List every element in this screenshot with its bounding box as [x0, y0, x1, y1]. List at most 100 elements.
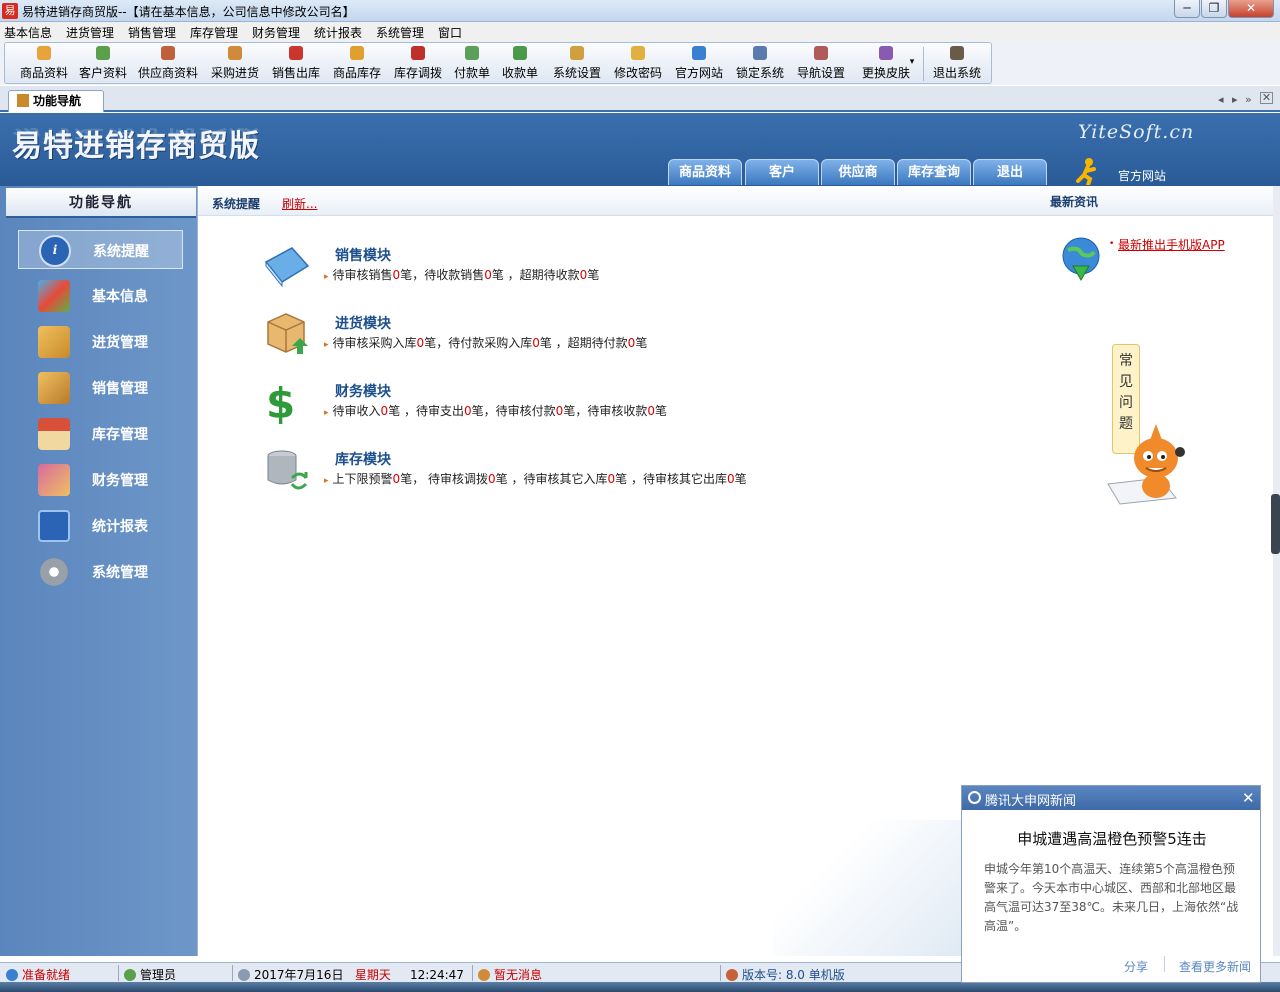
- status-separator: [118, 965, 119, 981]
- toolbar-website-button[interactable]: 官方网站: [671, 46, 727, 82]
- menu-purchase[interactable]: 进货管理: [66, 24, 114, 41]
- status-user-text: 管理员: [140, 968, 177, 982]
- banner-tab-stock-query[interactable]: 库存查询: [897, 159, 971, 185]
- nav-item-reports[interactable]: 统计报表: [18, 506, 183, 545]
- nav-item-finance[interactable]: 财务管理: [18, 460, 183, 499]
- toolbar-sales-out-button[interactable]: 销售出库: [268, 46, 324, 82]
- toolbar-separator: [923, 47, 924, 81]
- menu-system[interactable]: 系统管理: [376, 24, 424, 41]
- tab-list-icon[interactable]: »: [1245, 93, 1252, 106]
- summary-count[interactable]: 0: [727, 472, 735, 486]
- user-icon: [124, 969, 136, 981]
- tab-next-icon[interactable]: ▸: [1232, 93, 1238, 106]
- summary-text: 笔: [654, 404, 667, 418]
- header-banner: 易特进销存商贸版 易特进销存商贸版 YiteSoft.cn 商品资料 客户 供应…: [0, 113, 1280, 186]
- toolbar-transfer-button[interactable]: 库存调拨: [390, 46, 446, 82]
- summary-text: 笔，待收款销售: [400, 268, 485, 282]
- summary-count[interactable]: 0: [532, 336, 540, 350]
- nav-item-label: 财务管理: [92, 473, 148, 489]
- toolbar-exit-button[interactable]: 退出系统: [929, 46, 985, 82]
- nav-item-inventory[interactable]: 库存管理: [18, 414, 183, 453]
- scrollbar-thumb[interactable]: [1271, 494, 1280, 554]
- toolbar-supplier-button[interactable]: 供应商资料: [135, 46, 201, 82]
- menu-inventory[interactable]: 库存管理: [190, 24, 238, 41]
- main-header: 系统提醒 刷新... 最新资讯: [198, 186, 1274, 216]
- popup-more-link[interactable]: 查看更多新闻: [1179, 958, 1251, 975]
- nav-item-sales[interactable]: 销售管理: [18, 368, 183, 407]
- nav-item-basic-info[interactable]: 基本信息: [18, 276, 183, 315]
- toolbar-nav-settings-button[interactable]: 导航设置: [793, 46, 849, 82]
- toolbar-customer-button[interactable]: 客户资料: [75, 46, 131, 82]
- news-link[interactable]: 最新推出手机版APP: [1118, 236, 1225, 253]
- nav-item-system[interactable]: 系统管理: [18, 552, 183, 591]
- menu-window[interactable]: 窗口: [438, 24, 462, 41]
- module-title[interactable]: 库存模块: [335, 449, 391, 469]
- nav-item-purchase[interactable]: 进货管理: [18, 322, 183, 361]
- exit-icon: [950, 46, 964, 60]
- menu-finance[interactable]: 财务管理: [252, 24, 300, 41]
- summary-count[interactable]: 0: [464, 404, 472, 418]
- summary-count[interactable]: 0: [647, 404, 655, 418]
- inventory-module: 库存模块 ▸ 上下限预警0笔， 待审核调拨0笔 ，待审核其它入库0笔 ，待审核其它…: [262, 446, 822, 506]
- app-icon: 易: [2, 3, 18, 19]
- toolbar-label: 系统设置: [552, 66, 601, 80]
- vertical-scrollbar[interactable]: [1273, 186, 1280, 956]
- box-arrow-icon: [267, 313, 308, 354]
- banner-tab-customers[interactable]: 客户: [745, 159, 819, 185]
- function-nav-panel: 功能导航 i 系统提醒 基本信息 进货管理 销售管理 库存管理 财务管理 统计报…: [0, 186, 197, 956]
- nav-item-label: 系统管理: [92, 565, 148, 581]
- summary-count[interactable]: 0: [607, 472, 615, 486]
- menu-sales[interactable]: 销售管理: [128, 24, 176, 41]
- box-in-icon: [38, 326, 70, 358]
- toolbar-label: 官方网站: [674, 66, 723, 80]
- menu-reports[interactable]: 统计报表: [314, 24, 362, 41]
- toolbar-lock-button[interactable]: 锁定系统: [732, 46, 788, 82]
- banner-tab-suppliers[interactable]: 供应商: [821, 159, 895, 185]
- nav-item-system-reminder[interactable]: i 系统提醒: [18, 230, 183, 269]
- popup-close-icon[interactable]: ✕: [1242, 789, 1255, 807]
- status-weekday: 星期天: [354, 968, 391, 982]
- toolbar-stock-button[interactable]: 商品库存: [329, 46, 385, 82]
- module-title[interactable]: 进货模块: [335, 313, 391, 333]
- faq-char: 见: [1119, 374, 1133, 390]
- tab-function-nav[interactable]: 功能导航: [8, 90, 104, 112]
- summary-text: 笔， 待审核调拨: [400, 472, 489, 486]
- banner-tab-products[interactable]: 商品资料: [668, 159, 742, 185]
- title-bar: 易 易特进销存商贸版--【请在基本信息，公司信息中修改公司名】 ─ ❐ ✕: [0, 0, 1280, 22]
- module-summary: ▸ 待审核采购入库0笔，待付款采购入库0笔 ，超期待付款0笔: [324, 334, 647, 351]
- status-separator: [472, 965, 473, 981]
- popup-headline[interactable]: 申城遭遇高温橙色预警5连击: [962, 828, 1260, 849]
- settings-icon: [570, 46, 584, 60]
- maximize-button[interactable]: ❐: [1201, 0, 1227, 18]
- tab-close-icon[interactable]: ✕: [1260, 92, 1273, 104]
- summary-count[interactable]: 0: [488, 472, 496, 486]
- status-messages-text: 暂无消息: [494, 968, 543, 982]
- toolbar-payment-button[interactable]: 付款单: [451, 46, 493, 82]
- summary-text: 笔，待审核付款: [471, 404, 556, 418]
- toolbar-password-button[interactable]: 修改密码: [610, 46, 666, 82]
- toolbar-product-button[interactable]: 商品资料: [13, 46, 75, 82]
- summary-text: 笔: [635, 336, 648, 350]
- sales-module: 销售模块 ▸ 待审核销售0笔，待收款销售0笔 ，超期待收款0笔: [262, 242, 822, 302]
- status-messages[interactable]: 暂无消息: [478, 966, 542, 983]
- close-button[interactable]: ✕: [1228, 0, 1274, 18]
- module-title[interactable]: 财务模块: [335, 381, 391, 401]
- toolbar-settings-button[interactable]: 系统设置: [549, 46, 605, 82]
- status-ready: 准备就绪: [6, 966, 70, 983]
- reminder-title: 系统提醒: [212, 197, 261, 211]
- tab-prev-icon[interactable]: ◂: [1218, 93, 1224, 106]
- menu-basic-info[interactable]: 基本信息: [4, 24, 52, 41]
- truck-icon: [228, 46, 242, 60]
- summary-count[interactable]: 0: [484, 268, 492, 282]
- banner-tab-exit[interactable]: 退出: [973, 159, 1047, 185]
- message-icon: [478, 969, 490, 981]
- official-site-link[interactable]: 官方网站: [1118, 167, 1166, 184]
- minimize-button[interactable]: ─: [1174, 0, 1200, 18]
- toolbar-receipt-button[interactable]: 收款单: [499, 46, 541, 82]
- refresh-link[interactable]: 刷新...: [282, 195, 317, 212]
- toolbar-purchase-button[interactable]: 采购进货: [207, 46, 263, 82]
- popup-share-link[interactable]: 分享: [1124, 958, 1148, 975]
- module-title[interactable]: 销售模块: [335, 245, 391, 265]
- toolbar-label: 商品库存: [332, 66, 381, 80]
- toolbar-label: 导航设置: [796, 66, 845, 80]
